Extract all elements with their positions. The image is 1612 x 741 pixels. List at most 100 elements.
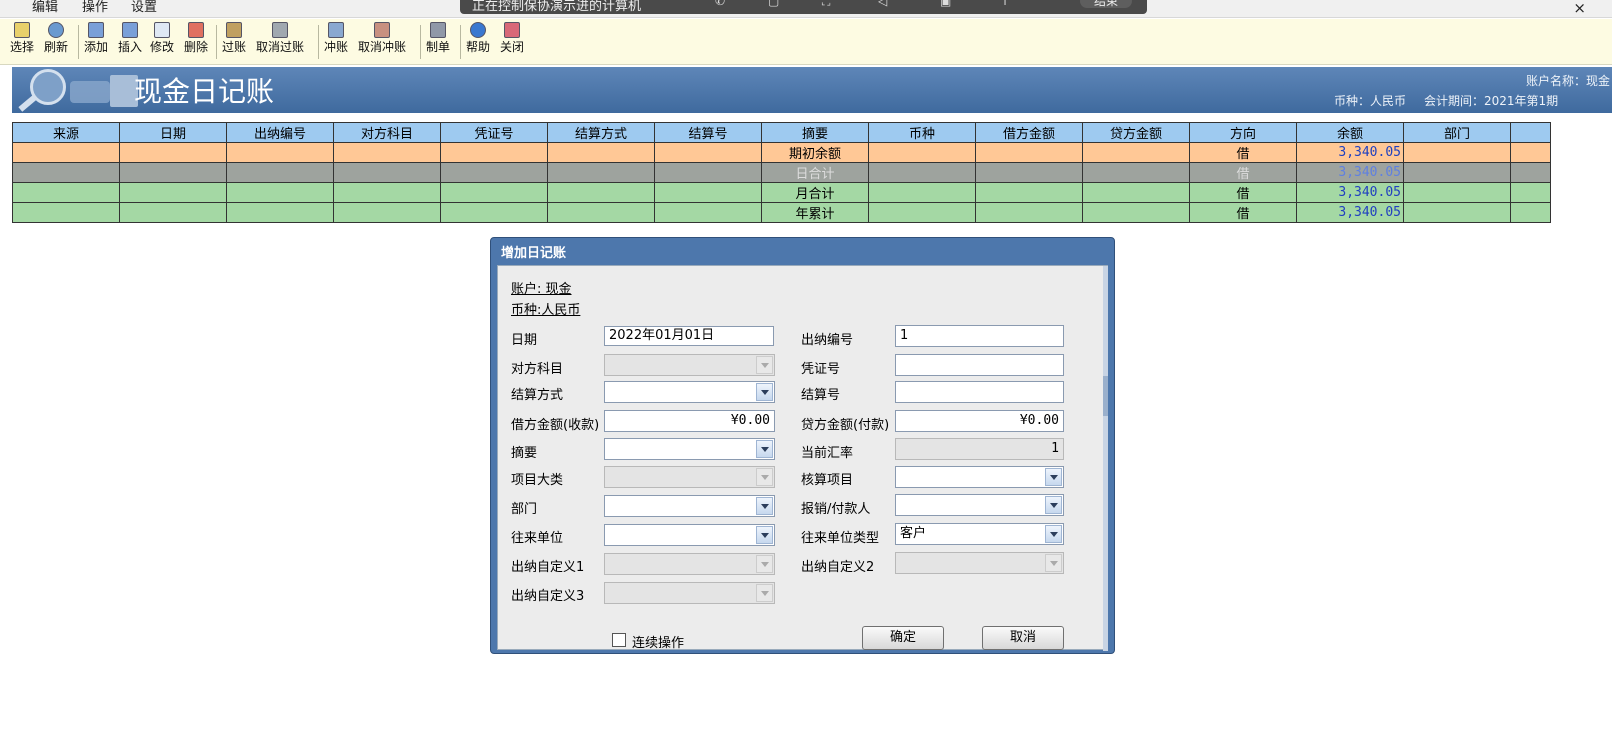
- menu-operate[interactable]: 操作: [82, 0, 108, 16]
- dialog-scrollbar[interactable]: [1103, 266, 1108, 651]
- page-header: 现金日记账 账户名称：现金 币种：人民币 会计期间：2021年第1期: [12, 67, 1612, 113]
- chevron-down-icon[interactable]: [1045, 496, 1062, 514]
- continuous-checkbox[interactable]: [612, 633, 626, 647]
- partner-select[interactable]: [604, 524, 775, 546]
- column-header[interactable]: 余额: [1296, 122, 1404, 143]
- chevron-down-icon[interactable]: [1045, 468, 1062, 486]
- add-button[interactable]: 添加: [84, 22, 108, 54]
- refresh-button[interactable]: 刷新: [44, 22, 68, 54]
- toolbar: 选择 刷新 添加 插入 修改 删除 过账 取消过账 冲账 取消冲账 制单 帮助 …: [0, 19, 1612, 65]
- column-header[interactable]: 方向: [1189, 122, 1297, 143]
- column-header[interactable]: 凭证号: [440, 122, 548, 143]
- chevron-down-icon: [756, 468, 773, 486]
- menu-edit[interactable]: 编辑: [32, 0, 58, 16]
- phone-icon[interactable]: ✆: [715, 0, 725, 8]
- insert-label: 插入: [118, 40, 143, 54]
- table-row[interactable]: 日合计 借 3,340.05: [12, 162, 1551, 183]
- cancel-reverse-button[interactable]: 取消冲账: [358, 22, 406, 54]
- custom1-select: [604, 553, 775, 575]
- debit-amount-field[interactable]: ¥0.00: [604, 410, 775, 432]
- chevron-down-icon: [756, 584, 773, 602]
- coins-icon: [70, 81, 110, 103]
- exchange-rate-field: 1: [895, 438, 1064, 460]
- column-header[interactable]: 结算号: [654, 122, 762, 143]
- voucher-no-field[interactable]: [895, 354, 1064, 376]
- summary-label: 摘要: [511, 446, 538, 461]
- credit-amount-field[interactable]: ¥0.00: [895, 410, 1064, 432]
- scrollbar-thumb[interactable]: [1103, 376, 1108, 416]
- column-header[interactable]: 贷方金额: [1082, 122, 1190, 143]
- ok-button[interactable]: 确定: [862, 626, 944, 650]
- balance-cell: 3,340.05: [1296, 182, 1404, 203]
- magnifier-handle: [18, 94, 38, 112]
- fullscreen-icon[interactable]: ⛶: [822, 0, 830, 9]
- settle-method-select[interactable]: [604, 381, 775, 403]
- partner-label: 往来单位: [511, 531, 564, 546]
- partner-type-value: 客户: [900, 526, 927, 541]
- window-icon[interactable]: ▢: [768, 0, 779, 8]
- reverse-label: 冲账: [324, 40, 349, 54]
- dialog-title: 增加日记账: [501, 246, 567, 261]
- dialog-currency: 币种:人民币: [511, 303, 581, 318]
- table-row[interactable]: 年累计 借 3,340.05: [12, 202, 1551, 223]
- payee-select[interactable]: [895, 494, 1064, 516]
- cancel-post-button[interactable]: 取消过账: [256, 22, 304, 54]
- table-row[interactable]: 期初余额 借 3,340.05: [12, 142, 1551, 163]
- summary-cell: 月合计: [761, 182, 869, 203]
- delete-button[interactable]: 删除: [184, 22, 208, 54]
- project-class-label: 项目大类: [511, 473, 564, 488]
- column-header[interactable]: 日期: [119, 122, 227, 143]
- end-button[interactable]: 结束: [1080, 0, 1132, 8]
- column-header[interactable]: 摘要: [761, 122, 869, 143]
- date-field[interactable]: 2022年01月01日: [604, 326, 774, 346]
- direction-cell: 借: [1189, 202, 1297, 223]
- select-button[interactable]: 选择: [10, 22, 34, 54]
- edit-icon: [154, 22, 170, 38]
- mute-icon[interactable]: ◁: [878, 0, 887, 8]
- close-icon[interactable]: ×: [1573, 0, 1586, 17]
- table-row[interactable]: 月合计 借 3,340.05: [12, 182, 1551, 203]
- post-button[interactable]: 过账: [222, 22, 246, 54]
- credit-label: 贷方金额(付款): [801, 418, 890, 433]
- cashier-no-field[interactable]: 1: [895, 325, 1064, 347]
- acct-project-select[interactable]: [895, 466, 1064, 488]
- column-header[interactable]: 币种: [868, 122, 976, 143]
- cancel-button[interactable]: 取消: [982, 626, 1064, 650]
- delete-icon: [188, 22, 204, 38]
- summary-cell: 日合计: [761, 162, 869, 183]
- chevron-down-icon[interactable]: [756, 383, 773, 401]
- remote-control-bar: 正在控制保协演示进的计算机 ✆ ▢ ⛶ ◁ ▣ ↑ 结束: [460, 0, 1147, 14]
- direction-cell: 借: [1189, 162, 1297, 183]
- chevron-down-icon[interactable]: [1045, 525, 1062, 543]
- chevron-down-icon[interactable]: [756, 440, 773, 458]
- column-header[interactable]: 来源: [12, 122, 120, 143]
- column-header[interactable]: 借方金额: [975, 122, 1083, 143]
- help-button[interactable]: 帮助: [466, 22, 490, 54]
- post-icon: [226, 22, 242, 38]
- close-button[interactable]: 关闭: [500, 22, 524, 54]
- add-icon: [88, 22, 104, 38]
- modify-label: 修改: [150, 40, 175, 54]
- help-label: 帮助: [466, 40, 491, 54]
- add-label: 添加: [84, 40, 109, 54]
- menu-settings[interactable]: 设置: [131, 0, 157, 16]
- reverse-button[interactable]: 冲账: [324, 22, 348, 54]
- summary-select[interactable]: [604, 438, 775, 460]
- column-header[interactable]: 对方科目: [333, 122, 441, 143]
- modify-button[interactable]: 修改: [150, 22, 174, 54]
- column-header[interactable]: 结算方式: [547, 122, 655, 143]
- payee-label: 报销/付款人: [801, 502, 871, 517]
- column-header[interactable]: 部门: [1403, 122, 1511, 143]
- column-header-empty: [1510, 122, 1551, 143]
- screen-icon[interactable]: ▣: [940, 0, 951, 8]
- partner-type-select[interactable]: 客户: [895, 523, 1064, 545]
- voucher-button[interactable]: 制单: [426, 22, 450, 54]
- dept-select[interactable]: [604, 495, 775, 517]
- settle-no-field[interactable]: [895, 381, 1064, 403]
- column-header[interactable]: 出纳编号: [226, 122, 334, 143]
- post-label: 过账: [222, 40, 247, 54]
- chevron-down-icon[interactable]: [756, 497, 773, 515]
- insert-button[interactable]: 插入: [118, 22, 142, 54]
- pin-icon[interactable]: ↑: [1000, 0, 1010, 8]
- chevron-down-icon[interactable]: [756, 526, 773, 544]
